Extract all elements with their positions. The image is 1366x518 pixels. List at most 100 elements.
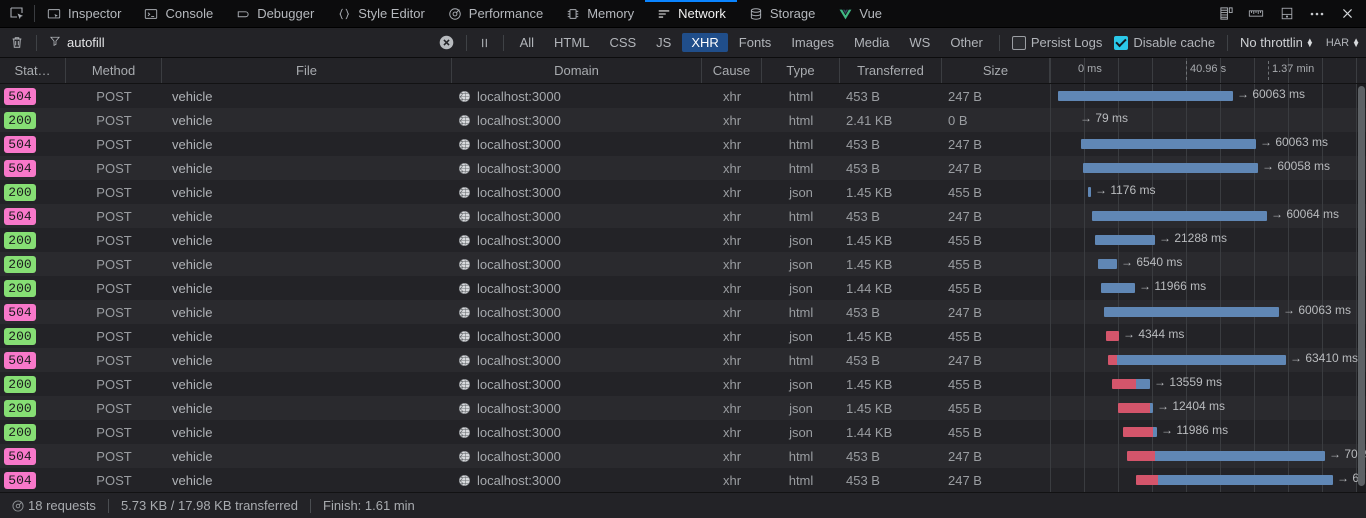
tab-network[interactable]: Network	[645, 0, 737, 27]
waterfall-bar[interactable]	[1092, 211, 1267, 221]
disable-cache-checkbox[interactable]: Disable cache	[1108, 35, 1221, 50]
transferred-label: 1.45 KB	[846, 328, 893, 344]
clear-input-icon[interactable]	[434, 34, 460, 51]
table-row[interactable]: 504 POST vehicle localhost:3000 xhr html 453 B…	[0, 84, 1366, 108]
waterfall-bar[interactable]	[1101, 283, 1135, 293]
tab-style-editor[interactable]: Style Editor	[325, 0, 435, 27]
column-header-method[interactable]: Method	[66, 58, 162, 83]
waterfall-bar[interactable]	[1088, 187, 1091, 197]
disable-cache-box[interactable]	[1114, 35, 1129, 50]
filter-other[interactable]: Other	[941, 33, 992, 52]
filter-all[interactable]: All	[511, 33, 543, 52]
trash-icon[interactable]	[4, 31, 30, 55]
table-row[interactable]: 504 POST vehicle localhost:3000 xhr html 453 B…	[0, 156, 1366, 180]
waterfall-bar[interactable]	[1108, 355, 1286, 365]
waterfall-bar[interactable]	[1058, 91, 1233, 101]
waterfall-bar[interactable]	[1083, 163, 1258, 173]
column-header-domain[interactable]: Domain	[452, 58, 702, 83]
waterfall-bar[interactable]	[1112, 379, 1150, 389]
column-header-type-label: Type	[786, 63, 815, 78]
close-icon[interactable]	[1332, 0, 1362, 28]
measure-icon[interactable]	[1241, 0, 1271, 28]
search-input[interactable]: autofill	[43, 31, 434, 55]
tab-inspector[interactable]: Inspector	[35, 0, 132, 27]
cell-size: 455 B	[942, 420, 1050, 444]
domain-label: localhost:3000	[477, 208, 561, 224]
waterfall-gridlines	[1050, 276, 1366, 300]
table-row[interactable]: 200 POST vehicle localhost:3000 xhr json 1.44 …	[0, 276, 1366, 300]
table-row[interactable]: 504 POST vehicle localhost:3000 xhr html 453 B…	[0, 444, 1366, 468]
column-header-file[interactable]: File	[162, 58, 452, 83]
filter-css[interactable]: CSS	[600, 33, 645, 52]
waterfall-bar[interactable]	[1127, 451, 1325, 461]
table-row[interactable]: 200 POST vehicle localhost:3000 xhr json 1.45 …	[0, 228, 1366, 252]
waterfall-bar[interactable]	[1136, 475, 1333, 485]
tab-performance[interactable]: Performance	[436, 0, 554, 27]
tab-memory[interactable]: Memory	[554, 0, 645, 27]
responsive-design-mode-icon[interactable]	[1211, 0, 1241, 28]
throttling-dropdown[interactable]: No throttlin ▲ ▼	[1234, 35, 1320, 50]
domain-label: localhost:3000	[477, 448, 561, 464]
table-row[interactable]: 504 POST vehicle localhost:3000 xhr html 453 B…	[0, 132, 1366, 156]
tab-debugger[interactable]: Debugger	[224, 0, 325, 27]
column-header-transferred-label: Transferred	[857, 63, 924, 78]
waterfall-bar[interactable]	[1081, 139, 1256, 149]
waterfall-bar[interactable]	[1118, 403, 1153, 413]
cell-file: vehicle	[162, 228, 452, 252]
table-row[interactable]: 504 POST vehicle localhost:3000 xhr html 453 B…	[0, 204, 1366, 228]
persist-logs-box[interactable]	[1011, 35, 1026, 50]
table-row[interactable]: 200 POST vehicle localhost:3000 xhr json 1.44 …	[0, 420, 1366, 444]
table-row[interactable]: 200 POST vehicle localhost:3000 xhr json 1.45 …	[0, 372, 1366, 396]
cell-method: POST	[66, 372, 162, 396]
waterfall-bar[interactable]	[1098, 259, 1117, 269]
waterfall-bar[interactable]	[1106, 331, 1119, 341]
filter-xhr[interactable]: XHR	[682, 33, 728, 52]
table-row[interactable]: 200 POST vehicle localhost:3000 xhr json 1.45 …	[0, 252, 1366, 276]
finish-time: Finish: 1.61 min	[323, 498, 415, 513]
filter-ws[interactable]: WS	[900, 33, 939, 52]
table-row[interactable]: 504 POST vehicle localhost:3000 xhr html 453 B…	[0, 348, 1366, 372]
cell-domain: localhost:3000	[452, 396, 702, 420]
waterfall-duration-label: → 11966 ms	[1139, 279, 1207, 293]
status-badge: 200	[4, 279, 36, 297]
cell-cause: xhr	[702, 300, 762, 324]
meatball-menu-icon[interactable]	[1302, 0, 1332, 28]
filter-js[interactable]: JS	[647, 33, 680, 52]
waterfall-bar[interactable]	[1095, 235, 1155, 245]
table-row[interactable]: 200 POST vehicle localhost:3000 xhr json 1.45 …	[0, 180, 1366, 204]
har-dropdown[interactable]: HAR ▲ ▼	[1320, 36, 1366, 49]
tab-vue[interactable]: Vue	[826, 0, 893, 27]
filter-images[interactable]: Images	[782, 33, 843, 52]
persist-logs-checkbox[interactable]: Persist Logs	[1006, 35, 1109, 50]
filter-fonts[interactable]: Fonts	[730, 33, 781, 52]
column-header-type[interactable]: Type	[762, 58, 840, 83]
tab-storage[interactable]: Storage	[737, 0, 827, 27]
column-header-size[interactable]: Size	[942, 58, 1050, 83]
cell-cause: xhr	[702, 420, 762, 444]
column-header-waterfall[interactable]: 0 ms 40.96 s 1.37 min	[1050, 58, 1366, 83]
filter-html[interactable]: HTML	[545, 33, 598, 52]
table-row[interactable]: 200 POST vehicle localhost:3000 xhr html 2.41 …	[0, 108, 1366, 132]
column-header-cause[interactable]: Cause	[702, 58, 762, 83]
element-picker-icon[interactable]	[0, 0, 34, 27]
column-header-status[interactable]: Stat…	[0, 58, 66, 83]
pause-icon[interactable]	[473, 37, 497, 49]
table-row[interactable]: 200 POST vehicle localhost:3000 xhr json 1.45 …	[0, 324, 1366, 348]
table-row[interactable]: 200 POST vehicle localhost:3000 xhr json 1.45 …	[0, 396, 1366, 420]
table-row[interactable]: 504 POST vehicle localhost:3000 xhr html 453 B…	[0, 468, 1366, 492]
waterfall-bar[interactable]	[1104, 307, 1279, 317]
vertical-scrollbar[interactable]	[1357, 84, 1366, 492]
waterfall-segment-wait	[1083, 163, 1258, 173]
cell-type: json	[762, 276, 840, 300]
waterfall-bar[interactable]	[1123, 427, 1157, 437]
waterfall-segment-wait	[1095, 235, 1155, 245]
vertical-scrollbar-thumb[interactable]	[1358, 86, 1365, 486]
cell-cause: xhr	[702, 252, 762, 276]
tab-console[interactable]: Console	[132, 0, 224, 27]
column-header-transferred[interactable]: Transferred	[840, 58, 942, 83]
filter-media[interactable]: Media	[845, 33, 898, 52]
transferred-label: 1.45 KB	[846, 400, 893, 416]
table-row[interactable]: 504 POST vehicle localhost:3000 xhr html 453 B…	[0, 300, 1366, 324]
split-console-icon[interactable]	[1272, 0, 1302, 28]
cell-status: 504	[0, 204, 66, 228]
